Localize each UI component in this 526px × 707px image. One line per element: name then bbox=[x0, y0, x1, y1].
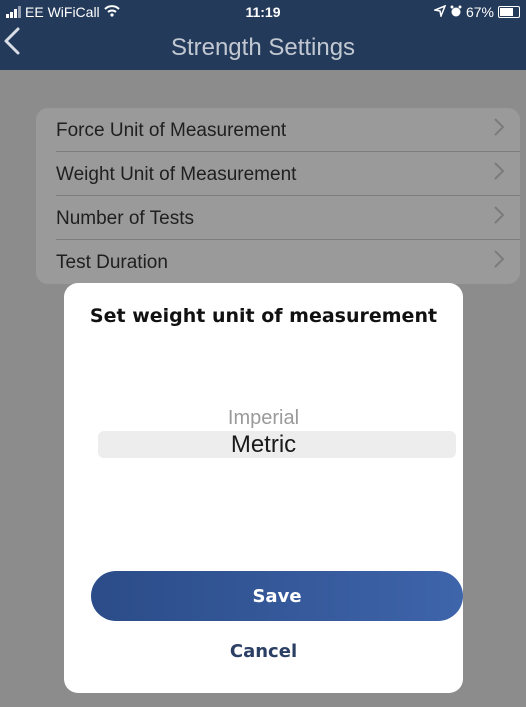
chevron-right-icon bbox=[492, 202, 506, 235]
settings-item-label: Weight Unit of Measurement bbox=[56, 164, 297, 185]
settings-item-force-unit[interactable]: Force Unit of Measurement bbox=[36, 108, 520, 152]
settings-item-test-duration[interactable]: Test Duration bbox=[36, 240, 520, 284]
chevron-right-icon bbox=[492, 158, 506, 191]
settings-item-number-of-tests[interactable]: Number of Tests bbox=[36, 196, 520, 240]
page-title: Strength Settings bbox=[170, 34, 356, 61]
settings-item-weight-unit[interactable]: Weight Unit of Measurement bbox=[36, 152, 520, 196]
battery-label: 67% bbox=[465, 4, 494, 20]
picker-option-metric[interactable]: Metric bbox=[64, 431, 463, 459]
alarm-icon bbox=[450, 4, 462, 20]
status-right: 67% bbox=[432, 4, 520, 20]
weight-unit-dialog: Set weight unit of measurement Imperial … bbox=[64, 283, 463, 693]
settings-item-label: Number of Tests bbox=[56, 208, 194, 229]
dialog-title: Set weight unit of measurement bbox=[89, 305, 438, 327]
settings-list: Force Unit of Measurement Weight Unit of… bbox=[36, 108, 520, 284]
settings-item-label: Force Unit of Measurement bbox=[56, 120, 287, 141]
chevron-right-icon bbox=[492, 114, 506, 147]
save-button[interactable]: Save bbox=[91, 571, 463, 621]
cancel-button[interactable]: Cancel bbox=[64, 641, 463, 662]
picker-option-imperial[interactable]: Imperial bbox=[64, 407, 463, 430]
status-bar: EE WiFiCall 11:19 67% bbox=[0, 0, 526, 24]
battery-icon bbox=[498, 6, 520, 18]
chevron-right-icon bbox=[492, 246, 506, 279]
settings-item-label: Test Duration bbox=[56, 252, 168, 273]
navigation-bar: Strength Settings bbox=[0, 24, 526, 70]
location-icon bbox=[432, 4, 447, 20]
